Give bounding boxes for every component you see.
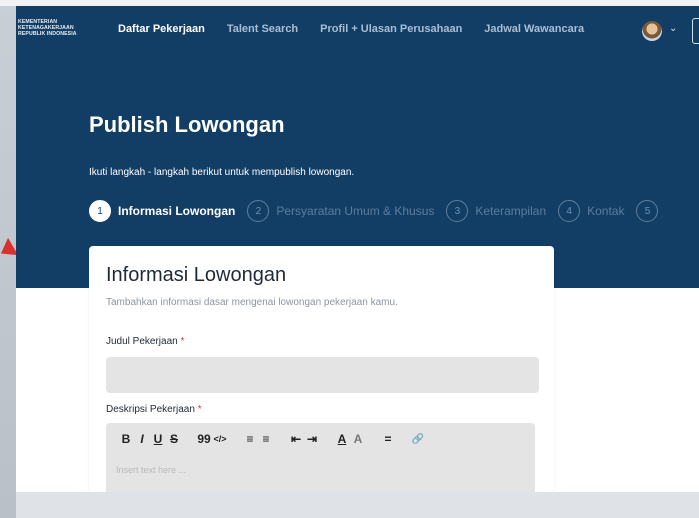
nav-link-daftar-pekerjaan[interactable]: Daftar Pekerjaan xyxy=(118,23,205,35)
browser-page: KEMENTERIAN KETENAGAKERJAAN REPUBLIK IND… xyxy=(16,6,699,492)
italic-button[interactable]: I xyxy=(134,432,150,446)
ministry-logo[interactable]: KEMENTERIAN KETENAGAKERJAAN REPUBLIK IND… xyxy=(18,19,104,37)
page-subtitle: Ikuti langkah - langkah berikut untuk me… xyxy=(89,167,355,178)
underline-button[interactable]: U xyxy=(150,432,166,446)
nav-link-jadwal-wawancara[interactable]: Jadwal Wawancara xyxy=(484,23,584,35)
step-number: 3 xyxy=(446,200,469,222)
highlight-button[interactable]: A xyxy=(350,432,366,446)
stepper: 1 Informasi Lowongan 2 Persyaratan Umum … xyxy=(89,200,659,222)
ordered-list-button[interactable]: ≡ xyxy=(242,432,258,446)
required-mark: * xyxy=(197,404,202,415)
step-1[interactable]: 1 Informasi Lowongan xyxy=(89,200,235,222)
page-title: Publish Lowongan xyxy=(89,112,285,137)
job-desc-label: Deskripsi Pekerjaan * xyxy=(106,404,202,415)
text-color-button[interactable]: A xyxy=(334,432,350,446)
quote-button[interactable]: 99 xyxy=(196,432,212,446)
job-title-input[interactable] xyxy=(106,357,539,393)
outdent-button[interactable]: ⇤ xyxy=(288,432,304,446)
user-avatar[interactable] xyxy=(642,21,662,41)
nav-link-profil-ulasan[interactable]: Profil + Ulasan Perusahaan xyxy=(320,23,462,35)
job-desc-label-text: Deskripsi Pekerjaan xyxy=(106,404,195,415)
editor-toolbar: B I U S 99 </> ≡ ≡ ⇤ ⇥ A A = 🔗 xyxy=(118,432,426,446)
link-icon[interactable]: 🔗 xyxy=(410,434,426,445)
code-button[interactable]: </> xyxy=(212,434,228,444)
step-number: 1 xyxy=(89,200,111,222)
card-title: Informasi Lowongan xyxy=(106,264,287,286)
editor-placeholder: Insert text here ... xyxy=(116,465,187,475)
step-3[interactable]: 3 Keterampilan xyxy=(446,200,546,222)
step-number: 5 xyxy=(636,200,659,222)
step-number: 4 xyxy=(558,200,581,222)
step-number: 2 xyxy=(247,200,270,222)
align-button[interactable]: = xyxy=(380,432,396,446)
strikethrough-button[interactable]: S xyxy=(166,432,182,446)
job-title-label-text: Judul Pekerjaan xyxy=(106,336,178,347)
top-navigation: KEMENTERIAN KETENAGAKERJAAN REPUBLIK IND… xyxy=(16,6,699,57)
step-label: Persyaratan Umum & Khusus xyxy=(276,204,435,218)
step-5[interactable]: 5 xyxy=(636,200,659,222)
logo-line-3: REPUBLIK INDONESIA xyxy=(18,31,77,37)
nav-links: Daftar Pekerjaan Talent Search Profil + … xyxy=(118,23,584,35)
step-label: Kontak xyxy=(587,204,625,218)
job-description-editor[interactable]: B I U S 99 </> ≡ ≡ ⇤ ⇥ A A = 🔗 Insert te… xyxy=(106,423,535,492)
card-subtitle: Tambahkan informasi dasar mengenai lowon… xyxy=(106,297,398,308)
step-2[interactable]: 2 Persyaratan Umum & Khusus xyxy=(247,200,434,222)
step-label: Informasi Lowongan xyxy=(118,204,236,218)
bold-button[interactable]: B xyxy=(118,432,134,446)
nav-link-talent-search[interactable]: Talent Search xyxy=(227,23,298,35)
required-mark: * xyxy=(180,336,185,347)
bullet-list-button[interactable]: ≡ xyxy=(258,432,274,446)
form-card: Informasi Lowongan Tambahkan informasi d… xyxy=(89,246,554,492)
step-label: Keterampilan xyxy=(475,204,547,218)
chevron-down-icon[interactable]: ⌄ xyxy=(669,23,677,34)
indent-button[interactable]: ⇥ xyxy=(304,432,320,446)
nav-button-edge[interactable] xyxy=(692,18,699,44)
step-4[interactable]: 4 Kontak xyxy=(558,200,624,222)
job-title-label: Judul Pekerjaan * xyxy=(106,336,184,347)
